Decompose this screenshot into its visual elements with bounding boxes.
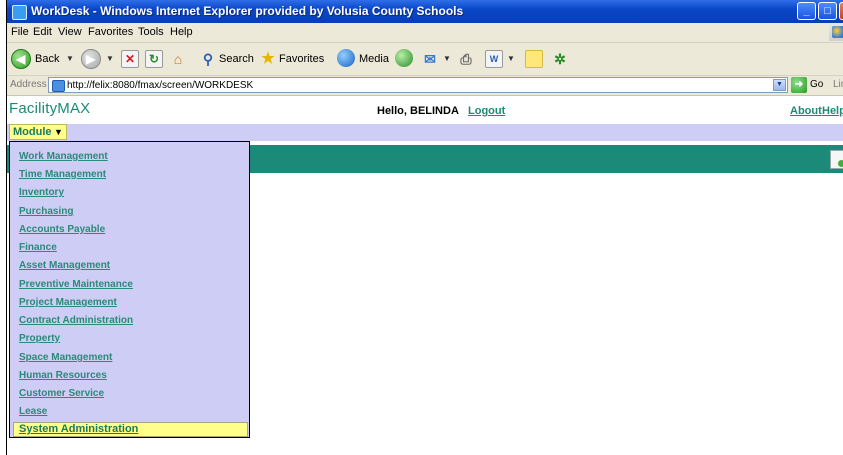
- module-menu-button[interactable]: Module ▼: [9, 124, 67, 140]
- history-icon: [395, 49, 413, 67]
- go-button[interactable]: Go: [810, 79, 823, 90]
- search-label: Search: [219, 53, 254, 65]
- links-button[interactable]: Lin: [833, 79, 843, 90]
- print-icon: ⎙: [460, 51, 472, 67]
- browser-window: WorkDesk - Windows Internet Explorer pro…: [6, 0, 843, 455]
- back-arrow-icon: ◀: [11, 49, 31, 69]
- address-label: Address: [10, 79, 47, 90]
- forward-button[interactable]: ▶ ▼: [81, 49, 115, 69]
- user-greeting: Hello, BELINDA: [377, 105, 459, 117]
- help-link[interactable]: Help: [822, 105, 843, 117]
- page-icon: [52, 80, 65, 92]
- note-icon: [525, 50, 543, 68]
- module-item-inventory[interactable]: Inventory: [19, 187, 64, 198]
- chevron-down-icon: ▼: [51, 127, 63, 137]
- forward-dropdown-icon[interactable]: ▼: [106, 54, 114, 63]
- back-dropdown-icon[interactable]: ▼: [66, 54, 74, 63]
- stop-button[interactable]: ✕: [121, 49, 141, 69]
- menu-file[interactable]: File: [11, 26, 29, 38]
- media-button[interactable]: Media: [337, 49, 391, 69]
- window-title: WorkDesk - Windows Internet Explorer pro…: [31, 4, 464, 18]
- edit-document-icon: W: [485, 50, 503, 68]
- module-item-system-administration[interactable]: System Administration: [13, 422, 248, 437]
- menu-help[interactable]: Help: [170, 26, 193, 38]
- messenger-button[interactable]: ✲: [551, 49, 573, 69]
- menu-edit[interactable]: Edit: [33, 26, 52, 38]
- logout-link[interactable]: Logout: [468, 105, 505, 117]
- maximize-button[interactable]: □: [818, 2, 837, 20]
- menu-favorites[interactable]: Favorites: [88, 26, 133, 38]
- menu-view[interactable]: View: [58, 26, 82, 38]
- address-dropdown-icon[interactable]: ▼: [773, 79, 786, 91]
- forward-arrow-icon: ▶: [81, 49, 101, 69]
- ie-window-icon: [12, 5, 27, 20]
- module-item-lease[interactable]: Lease: [19, 406, 47, 417]
- home-icon: ⌂: [173, 51, 183, 67]
- back-button[interactable]: ◀ Back ▼: [11, 49, 75, 69]
- back-label: Back: [35, 53, 60, 65]
- module-item-asset-management[interactable]: Asset Management: [19, 260, 110, 271]
- module-item-space-management[interactable]: Space Management: [19, 352, 112, 363]
- module-item-finance[interactable]: Finance: [19, 242, 57, 253]
- app-brand: FacilityMAX: [9, 100, 91, 117]
- standard-toolbar: ◀ Back ▼ ▶ ▼ ✕ ↻ ⌂ ⚲ Search ★ Favorites …: [7, 43, 843, 76]
- edit-dropdown-icon[interactable]: ▼: [507, 54, 515, 63]
- media-label: Media: [359, 53, 389, 65]
- mail-icon: ✉: [424, 51, 436, 67]
- title-bar: WorkDesk - Windows Internet Explorer pro…: [7, 0, 843, 23]
- minimize-button[interactable]: _: [797, 2, 816, 20]
- module-item-human-resources[interactable]: Human Resources: [19, 370, 107, 381]
- search-button[interactable]: ⚲ Search: [199, 49, 257, 69]
- app-header: FacilityMAX Hello, BELINDA Logout About …: [7, 96, 843, 124]
- media-icon: [337, 49, 355, 67]
- messenger-people-icon: ✲: [554, 51, 566, 67]
- module-item-customer-service[interactable]: Customer Service: [19, 388, 104, 399]
- module-item-purchasing[interactable]: Purchasing: [19, 206, 73, 217]
- address-bar: Address http://felix:8080/fmax/screen/WO…: [7, 76, 843, 96]
- module-item-project-management[interactable]: Project Management: [19, 297, 117, 308]
- edit-button[interactable]: W ▼: [485, 49, 519, 69]
- menu-bar: File Edit View Favorites Tools Help: [7, 23, 843, 43]
- stop-icon: ✕: [121, 50, 139, 68]
- module-dropdown: Work Management Time Management Inventor…: [9, 141, 250, 438]
- module-item-property[interactable]: Property: [19, 333, 60, 344]
- favorites-label: Favorites: [279, 53, 325, 65]
- go-arrow-icon[interactable]: ➜: [791, 77, 807, 93]
- favorites-button[interactable]: ★ Favorites: [259, 49, 333, 69]
- menu-tools[interactable]: Tools: [138, 26, 164, 38]
- discuss-button[interactable]: [525, 49, 545, 69]
- favorites-star-icon: ★: [261, 50, 275, 67]
- module-item-contract-administration[interactable]: Contract Administration: [19, 315, 133, 326]
- refresh-icon: ↻: [145, 50, 163, 68]
- search-icon: ⚲: [202, 51, 214, 67]
- windows-logo-icon: [829, 24, 843, 41]
- refresh-button[interactable]: ↻: [145, 49, 165, 69]
- mail-dropdown-icon[interactable]: ▼: [443, 54, 451, 63]
- about-link[interactable]: About: [790, 105, 822, 117]
- home-button[interactable]: ⌂: [169, 49, 191, 69]
- address-url: http://felix:8080/fmax/screen/WORKDESK: [67, 80, 254, 91]
- close-button[interactable]: X: [839, 2, 843, 20]
- module-bar: Module ▼: [7, 124, 843, 141]
- mail-button[interactable]: ✉ ▼: [421, 49, 455, 69]
- print-button[interactable]: ⎙: [457, 49, 479, 69]
- new-item-icon[interactable]: [830, 150, 843, 169]
- module-item-accounts-payable[interactable]: Accounts Payable: [19, 224, 105, 235]
- module-item-work-management[interactable]: Work Management: [19, 151, 108, 162]
- history-button[interactable]: [395, 49, 415, 69]
- module-button-label: Module: [13, 126, 52, 138]
- module-item-preventive-maintenance[interactable]: Preventive Maintenance: [19, 279, 133, 290]
- module-item-time-management[interactable]: Time Management: [19, 169, 106, 180]
- address-input[interactable]: http://felix:8080/fmax/screen/WORKDESK ▼: [48, 77, 788, 93]
